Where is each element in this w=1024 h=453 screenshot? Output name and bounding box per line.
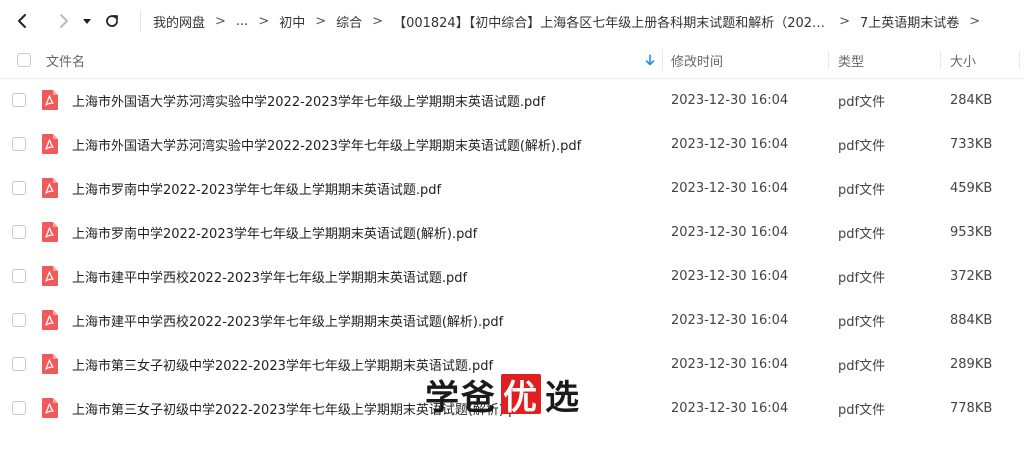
file-name[interactable]: 上海市第三女子初级中学2022-2023学年七年级上学期期末英语试题.pdf [72,342,493,386]
file-modified: 2023-12-30 16:04 [671,312,789,328]
row-checkbox[interactable] [12,401,26,415]
file-size: 733KB [950,136,993,152]
file-row[interactable]: 上海市罗南中学2022-2023学年七年级上学期期末英语试题(解析).pdf 2… [0,210,1024,254]
file-modified: 2023-12-30 16:04 [671,400,789,416]
column-header-type[interactable]: 类型 [838,42,864,78]
breadcrumb-separator-icon: > [315,13,327,29]
breadcrumb-separator-icon: > [372,13,384,29]
pdf-file-icon [42,222,58,242]
file-size: 372KB [950,268,993,284]
file-name[interactable]: 上海市罗南中学2022-2023学年七年级上学期期末英语试题.pdf [72,166,441,210]
caret-down-icon [83,19,91,24]
column-divider[interactable] [1019,50,1020,70]
file-name[interactable]: 上海市外国语大学苏河湾实验中学2022-2023学年七年级上学期期末英语试题(解… [72,122,581,166]
refresh-icon [106,15,118,27]
file-name[interactable]: 上海市外国语大学苏河湾实验中学2022-2023学年七年级上学期期末英语试题.p… [72,78,545,122]
sort-indicator[interactable] [645,42,655,78]
file-modified: 2023-12-30 16:04 [671,356,789,372]
file-type: pdf文件 [838,94,886,110]
file-modified: 2023-12-30 16:04 [671,136,789,152]
refresh-button[interactable] [98,7,126,35]
breadcrumb-separator-icon: > [969,13,981,29]
file-size: 459KB [950,180,993,196]
history-dropdown-button[interactable] [78,7,96,35]
column-divider[interactable] [940,50,941,70]
column-header-type-label: 类型 [838,54,865,70]
file-name[interactable]: 上海市罗南中学2022-2023学年七年级上学期期末英语试题(解析).pdf [72,210,477,254]
file-row[interactable]: 上海市建平中学西校2022-2023学年七年级上学期期末英语试题.pdf 202… [0,254,1024,298]
pdf-file-icon [42,178,58,198]
file-name[interactable]: 上海市建平中学西校2022-2023学年七年级上学期期末英语试题.pdf [72,254,467,298]
pdf-file-icon [42,398,58,418]
file-row[interactable]: 上海市罗南中学2022-2023学年七年级上学期期末英语试题.pdf 2023-… [0,166,1024,210]
pdf-file-icon [42,266,58,286]
file-row[interactable]: 上海市外国语大学苏河湾实验中学2022-2023学年七年级上学期期末英语试题(解… [0,122,1024,166]
file-name[interactable]: 上海市建平中学西校2022-2023学年七年级上学期期末英语试题(解析).pdf [72,298,503,342]
sort-down-arrow-icon [645,54,655,66]
file-size: 778KB [950,400,993,416]
breadcrumb-separator-icon: > [839,13,850,29]
breadcrumb-item-root[interactable]: 我的网盘 [153,12,205,31]
file-type: pdf文件 [838,314,886,330]
chevron-left-icon [18,14,26,28]
file-type: pdf文件 [838,270,886,286]
row-checkbox[interactable] [12,269,26,283]
pdf-file-icon [42,90,58,110]
chevron-right-icon [60,14,68,28]
breadcrumb-item-collection[interactable]: 【001824】【初中综合】上海各区七年级上册各科期末试题和解析（2022-20… [393,12,829,31]
back-button[interactable] [8,7,36,35]
pdf-file-icon [42,310,58,330]
file-size: 289KB [950,356,993,372]
breadcrumb-item-collapsed[interactable]: ... [236,14,248,29]
row-checkbox[interactable] [12,181,26,195]
row-checkbox[interactable] [12,93,26,107]
column-header-modified[interactable]: 修改时间 [671,42,723,78]
file-modified: 2023-12-30 16:04 [671,224,789,240]
file-row[interactable]: 上海市外国语大学苏河湾实验中学2022-2023学年七年级上学期期末英语试题.p… [0,78,1024,122]
file-type: pdf文件 [838,358,886,374]
file-type: pdf文件 [838,182,886,198]
file-type: pdf文件 [838,402,886,418]
breadcrumb-item-junior[interactable]: 初中 [279,12,305,31]
file-name[interactable]: 上海市第三女子初级中学2022-2023学年七年级上学期期末英语试题(解析).p… [72,386,529,430]
column-divider[interactable] [828,50,829,70]
forward-button[interactable] [50,7,78,35]
row-checkbox[interactable] [12,225,26,239]
file-modified: 2023-12-30 16:04 [671,268,789,284]
toolbar: 我的网盘 > ... > 初中 > 综合 > 【001824】【初中综合】上海各… [0,0,1024,42]
column-divider[interactable] [662,50,663,70]
breadcrumb-separator-icon: > [215,13,226,29]
file-size: 884KB [950,312,993,328]
column-header-name-label: 文件名 [46,54,86,70]
breadcrumb-item-current[interactable]: 7上英语期末试卷 [860,12,959,31]
file-list-header: 文件名 修改时间 类型 大小 [0,42,1024,79]
file-modified: 2023-12-30 16:04 [671,92,789,108]
file-size: 284KB [950,92,993,108]
row-checkbox[interactable] [12,313,26,327]
column-header-size-label: 大小 [950,54,977,70]
breadcrumb: 我的网盘 > ... > 初中 > 综合 > 【001824】【初中综合】上海各… [140,10,990,32]
file-type: pdf文件 [838,226,886,242]
file-size: 953KB [950,224,993,240]
file-type: pdf文件 [838,138,886,154]
file-row[interactable]: 上海市建平中学西校2022-2023学年七年级上学期期末英语试题(解析).pdf… [0,298,1024,342]
file-modified: 2023-12-30 16:04 [671,180,789,196]
breadcrumb-item-general[interactable]: 综合 [336,12,362,31]
column-header-name[interactable]: 文件名 [46,42,85,78]
pdf-file-icon [42,354,58,374]
breadcrumb-separator-icon: > [258,13,270,29]
column-header-modified-label: 修改时间 [671,54,724,70]
file-row[interactable]: 上海市第三女子初级中学2022-2023学年七年级上学期期末英语试题.pdf 2… [0,342,1024,386]
row-checkbox[interactable] [12,137,26,151]
column-header-size[interactable]: 大小 [950,42,976,78]
file-row[interactable]: 上海市第三女子初级中学2022-2023学年七年级上学期期末英语试题(解析).p… [0,386,1024,430]
select-all-checkbox[interactable] [17,53,31,67]
select-all-checkbox-cell [17,42,31,78]
pdf-file-icon [42,134,58,154]
row-checkbox[interactable] [12,357,26,371]
